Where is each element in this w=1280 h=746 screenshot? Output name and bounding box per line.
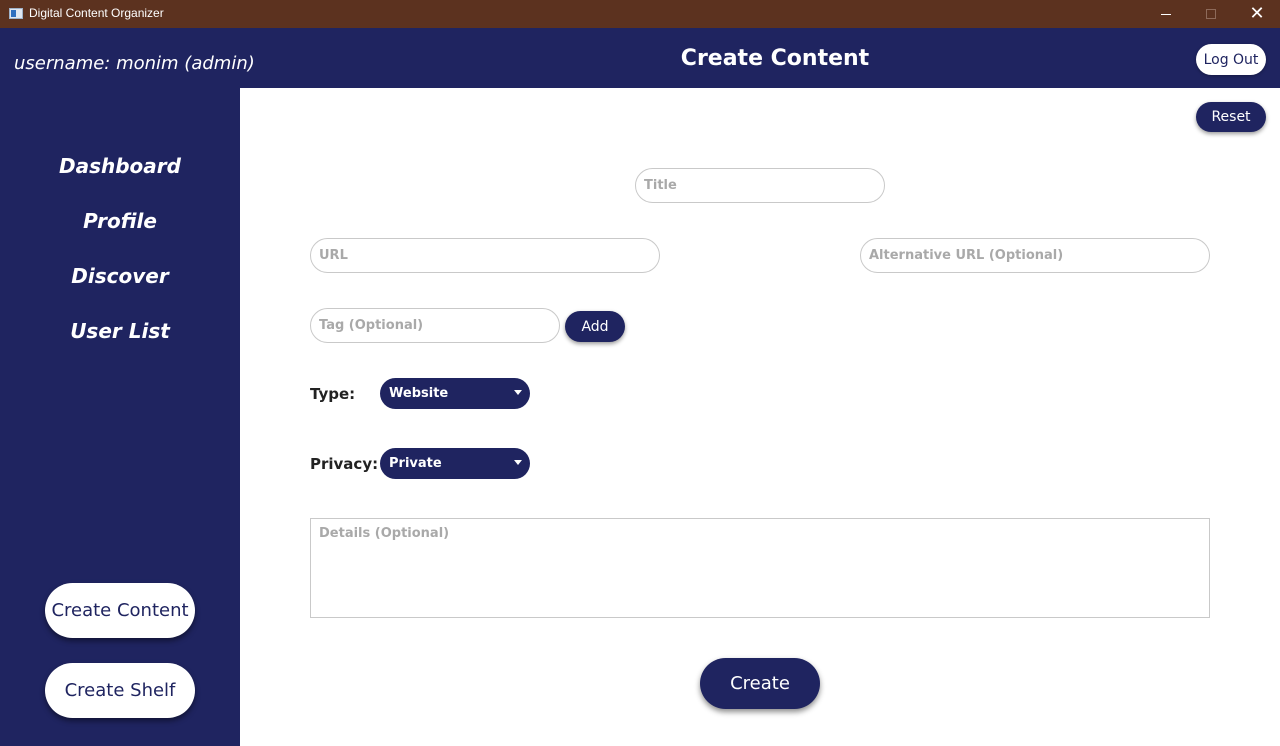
maximize-icon[interactable] <box>1188 0 1234 28</box>
window-titlebar: Digital Content Organizer ✕ <box>0 0 1280 28</box>
privacy-dropdown-value: Private <box>389 456 442 471</box>
title-input[interactable]: Title <box>635 168 885 203</box>
url-input[interactable]: URL <box>310 238 660 273</box>
sidebar: Dashboard Profile Discover User List Cre… <box>0 88 240 746</box>
create-button[interactable]: Create <box>700 658 820 709</box>
chevron-down-icon <box>514 460 522 465</box>
app-window-icon <box>9 8 23 19</box>
reset-button[interactable]: Reset <box>1196 102 1266 132</box>
add-tag-button[interactable]: Add <box>565 311 625 342</box>
minimize-icon[interactable] <box>1143 0 1189 28</box>
page-title: Create Content <box>680 46 870 71</box>
sidebar-item-user-list[interactable]: User List <box>0 319 240 343</box>
app-header: username: monim (admin) Create Content L… <box>0 28 1280 88</box>
alternative-url-input[interactable]: Alternative URL (Optional) <box>860 238 1210 273</box>
chevron-down-icon <box>514 390 522 395</box>
tag-input[interactable]: Tag (Optional) <box>310 308 560 343</box>
type-dropdown[interactable]: Website <box>380 378 530 409</box>
create-content-form: Reset Title URL Alternative URL (Optiona… <box>240 88 1280 746</box>
privacy-dropdown[interactable]: Private <box>380 448 530 479</box>
logout-button[interactable]: Log Out <box>1196 44 1266 75</box>
close-icon[interactable]: ✕ <box>1234 0 1280 28</box>
privacy-label: Privacy: <box>310 455 379 473</box>
sidebar-item-discover[interactable]: Discover <box>0 264 240 288</box>
type-dropdown-value: Website <box>389 386 449 401</box>
create-shelf-button[interactable]: Create Shelf <box>45 663 195 718</box>
username-label: username: monim (admin) <box>14 53 255 74</box>
window-title: Digital Content Organizer <box>29 6 164 20</box>
type-label: Type: <box>310 385 356 403</box>
create-content-button[interactable]: Create Content <box>45 583 195 638</box>
details-textarea[interactable]: Details (Optional) <box>310 518 1210 618</box>
sidebar-item-dashboard[interactable]: Dashboard <box>0 154 240 178</box>
sidebar-item-profile[interactable]: Profile <box>0 209 240 233</box>
